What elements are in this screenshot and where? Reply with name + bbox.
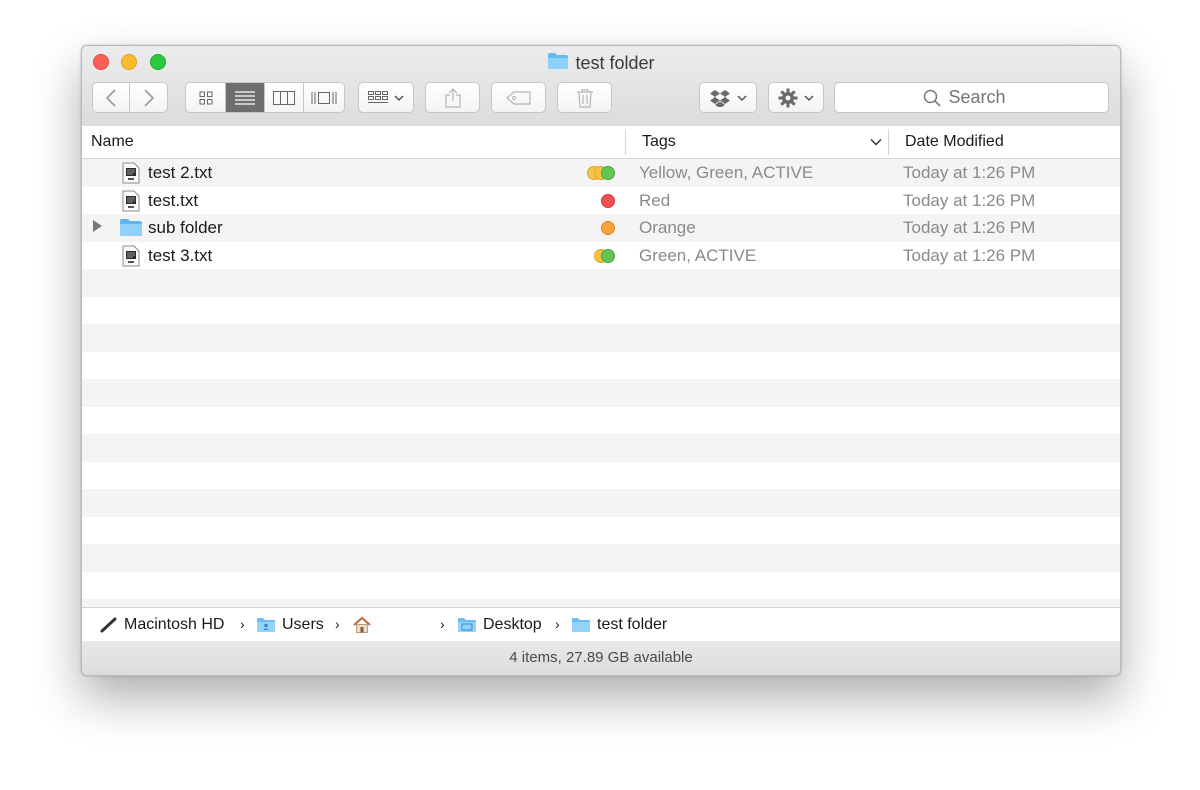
text-file-icon bbox=[122, 162, 140, 189]
search-field[interactable] bbox=[834, 82, 1109, 113]
path-separator-icon: › bbox=[335, 616, 340, 632]
dropbox-button[interactable] bbox=[699, 82, 757, 113]
chevron-down-icon bbox=[394, 94, 404, 101]
gallery-view-button[interactable] bbox=[304, 83, 344, 112]
column-separator[interactable] bbox=[888, 129, 889, 155]
path-item-current-folder[interactable]: test folder bbox=[571, 608, 667, 641]
path-item-label: Desktop bbox=[483, 615, 542, 633]
path-item-label: Users bbox=[282, 615, 324, 633]
status-text: 4 items, 27.89 GB available bbox=[509, 649, 693, 666]
file-date-modified: Today at 1:26 PM bbox=[903, 245, 1036, 265]
forward-button[interactable] bbox=[130, 83, 167, 112]
action-menu-button[interactable] bbox=[768, 82, 824, 113]
trash-icon bbox=[576, 88, 593, 108]
move-to-trash-button[interactable] bbox=[557, 82, 612, 113]
group-icon bbox=[368, 90, 388, 103]
file-name: sub folder bbox=[148, 218, 223, 237]
tag-icon bbox=[505, 90, 531, 105]
cover-flow-icon bbox=[311, 91, 337, 104]
column-view-button[interactable] bbox=[265, 83, 304, 112]
tag-dots bbox=[587, 166, 615, 180]
folder-icon bbox=[572, 617, 590, 632]
users-folder-icon bbox=[257, 617, 275, 632]
window-title-text: test folder bbox=[575, 53, 655, 73]
chevron-left-icon bbox=[105, 88, 116, 107]
folder-icon bbox=[119, 218, 143, 242]
search-input[interactable] bbox=[946, 86, 1021, 109]
file-name: test 3.txt bbox=[148, 245, 213, 265]
title-bar: test folder bbox=[82, 46, 1120, 127]
search-icon bbox=[923, 89, 941, 107]
file-date-modified: Today at 1:26 PM bbox=[903, 218, 1036, 237]
path-item-home[interactable] bbox=[352, 608, 372, 641]
disclosure-triangle-icon[interactable] bbox=[93, 220, 102, 232]
file-row[interactable]: sub folder Orange Today at 1:26 PM bbox=[82, 214, 1120, 242]
file-tags: Yellow, Green, ACTIVE bbox=[639, 163, 814, 182]
desktop-folder-icon bbox=[458, 617, 476, 632]
tag-dots bbox=[601, 221, 615, 235]
disk-icon bbox=[100, 617, 117, 632]
arrange-button[interactable] bbox=[358, 82, 414, 113]
tag-dots bbox=[594, 248, 615, 263]
chevron-down-icon bbox=[737, 94, 747, 101]
file-date-modified: Today at 1:26 PM bbox=[903, 163, 1036, 182]
column-header-tags[interactable]: Tags bbox=[642, 126, 882, 158]
file-tags: Orange bbox=[639, 218, 696, 237]
path-bar: Macintosh HD › Users › › Desktop › test … bbox=[82, 607, 1120, 642]
path-item-disk[interactable]: Macintosh HD bbox=[100, 608, 224, 641]
navigation-buttons bbox=[92, 82, 168, 113]
share-icon bbox=[444, 87, 461, 108]
grid-icon bbox=[199, 91, 213, 104]
column-header-row: Name Tags Date Modified bbox=[82, 126, 1120, 159]
path-separator-icon: › bbox=[555, 616, 560, 632]
status-bar: 4 items, 27.89 GB available bbox=[82, 641, 1120, 675]
window-title: test folder bbox=[82, 52, 1120, 75]
home-icon bbox=[353, 616, 371, 633]
finder-window: test folder Search Name Tags Date Modifi… bbox=[81, 45, 1121, 676]
text-file-icon bbox=[122, 190, 140, 217]
column-header-tags-label: Tags bbox=[642, 133, 676, 150]
columns-icon bbox=[272, 90, 295, 105]
list-icon bbox=[235, 90, 256, 105]
path-item-desktop[interactable]: Desktop bbox=[457, 608, 542, 641]
path-item-label: test folder bbox=[597, 615, 668, 633]
chevron-down-icon bbox=[804, 94, 814, 101]
path-separator-icon: › bbox=[240, 616, 245, 632]
column-header-date-modified[interactable]: Date Modified bbox=[905, 126, 1004, 158]
column-header-name[interactable]: Name bbox=[91, 126, 134, 158]
column-separator[interactable] bbox=[625, 129, 626, 155]
path-item-label: Macintosh HD bbox=[124, 615, 225, 633]
sort-chevron-down-icon bbox=[870, 138, 882, 146]
gear-icon bbox=[778, 88, 798, 107]
file-name: test 2.txt bbox=[148, 163, 213, 182]
file-date-modified: Today at 1:26 PM bbox=[903, 190, 1036, 210]
tag-dots bbox=[601, 193, 615, 208]
text-file-icon bbox=[122, 245, 140, 272]
list-view-button[interactable] bbox=[226, 83, 265, 112]
edit-tags-button[interactable] bbox=[491, 82, 546, 113]
file-row[interactable]: test 2.txt Yellow, Green, ACTIVE Today a… bbox=[82, 159, 1120, 187]
file-tags: Green, ACTIVE bbox=[639, 245, 757, 265]
file-name: test.txt bbox=[148, 190, 199, 210]
chevron-right-icon bbox=[143, 88, 154, 107]
file-row[interactable]: test 3.txt Green, ACTIVE Today at 1:26 P… bbox=[82, 242, 1120, 270]
icon-view-button[interactable] bbox=[186, 83, 227, 112]
dropbox-icon bbox=[710, 89, 730, 107]
path-item-users[interactable]: Users bbox=[256, 608, 324, 641]
back-button[interactable] bbox=[93, 83, 131, 112]
path-separator-icon: › bbox=[440, 616, 445, 632]
file-row[interactable]: test.txt Red Today at 1:26 PM bbox=[82, 187, 1120, 215]
file-list: test 2.txt Yellow, Green, ACTIVE Today a… bbox=[82, 159, 1120, 607]
folder-icon bbox=[547, 52, 569, 75]
share-button[interactable] bbox=[425, 82, 480, 113]
view-mode-control bbox=[185, 82, 345, 113]
file-tags: Red bbox=[639, 190, 671, 210]
